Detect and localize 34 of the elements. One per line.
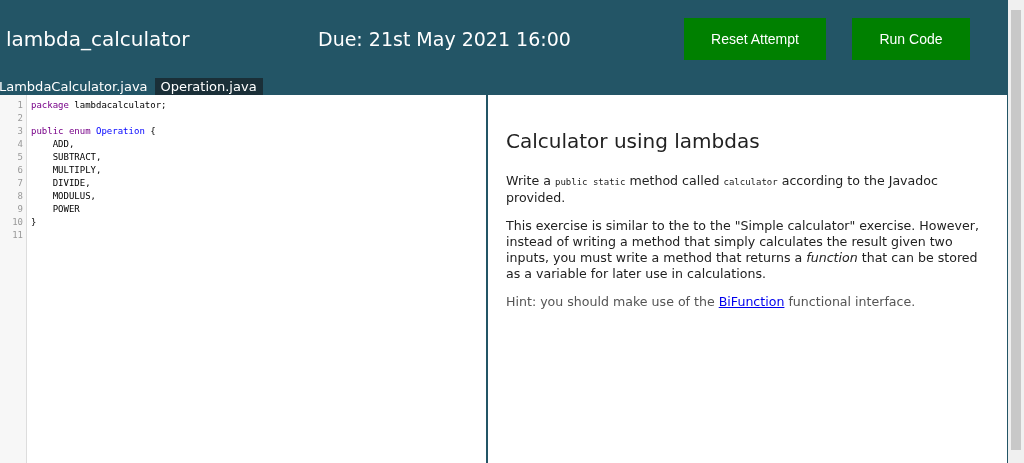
line-number: 6 [16, 164, 24, 177]
line-number: 2 [16, 112, 24, 125]
reset-attempt-button[interactable]: Reset Attempt [684, 18, 826, 60]
line-number: 9 [16, 203, 24, 216]
file-tab[interactable]: LambdaCalculator.java [0, 78, 151, 95]
paragraph: Write a public static method called calculator according to the Javadoc provided. [506, 173, 939, 206]
instructions-heading: Calculator using lambdas [506, 129, 761, 153]
code-line: package lambdacalculator; [31, 100, 167, 110]
file-tab[interactable]: Operation.java [154, 78, 263, 95]
paragraph: This exercise is similar to the to the "Simple calculator" exercise. However, instead of writing a method that simply calculates the result given two inputs, you must write a method that returns a function that can be stored as a variable for later use in calculations. [506, 218, 980, 282]
code-line: } [31, 217, 37, 227]
code-line: DIVIDE, [51, 178, 91, 188]
line-number: 5 [16, 151, 24, 164]
line-number: 8 [16, 190, 24, 203]
code-line: POWER [51, 204, 80, 214]
due-date: Due: 21st May 2021 16:00 [318, 28, 572, 50]
line-number: 4 [16, 138, 24, 151]
exercise-title: lambda_calculator [5, 27, 191, 51]
scrollbar-thumb[interactable] [1011, 10, 1021, 450]
run-code-button[interactable]: Run Code [852, 18, 970, 60]
line-number: 1 [16, 99, 24, 112]
code-line: SUBTRACT, [51, 152, 102, 162]
hint-text: Hint: you should make use of the BiFunction functional interface. [506, 294, 917, 310]
line-number: 10 [11, 216, 24, 229]
line-number: 11 [11, 229, 24, 242]
line-number: 3 [16, 125, 24, 138]
bifunction-link[interactable]: BiFunction [718, 294, 785, 309]
scrollbar[interactable] [1008, 0, 1024, 463]
code-editor[interactable]: 1 2 3 4 5 6 7 8 9 10 11 package lambdacalculator; public enum Operation { ADD, SUBTRACT, MULTIPLY, DIVIDE, MODULUS, POWER } [0, 95, 488, 463]
code-line: public enum Operation { [31, 126, 156, 136]
code-line: MULTIPLY, [51, 165, 102, 175]
code-line: MODULUS, [51, 191, 97, 201]
line-number: 7 [16, 177, 24, 190]
code-line: ADD, [51, 139, 75, 149]
